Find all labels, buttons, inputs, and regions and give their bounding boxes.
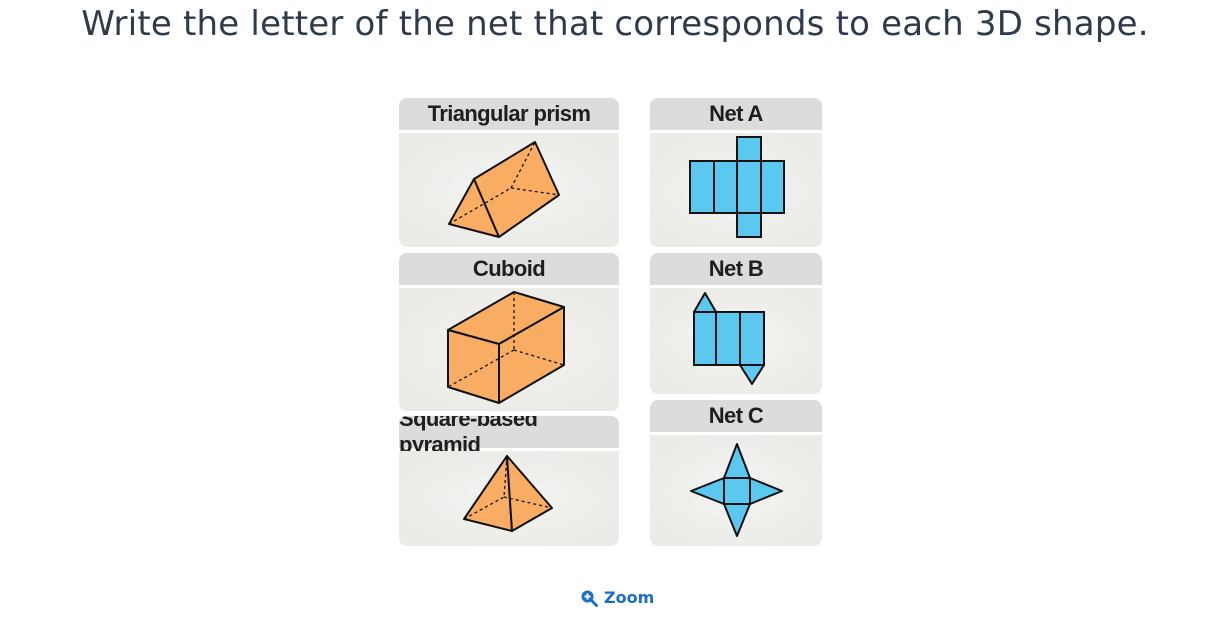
shape-card-cuboid: Cuboid <box>399 253 619 411</box>
square-pyramid-icon <box>399 451 619 546</box>
net-label: Net C <box>650 400 822 435</box>
zoom-button[interactable]: Zoom <box>580 588 654 607</box>
cuboid-net-icon <box>650 133 822 247</box>
shape-card-square-pyramid: Square-based pyramid <box>399 416 619 546</box>
triangular-prism-icon <box>399 133 619 247</box>
net-card-b: Net B <box>650 253 822 394</box>
cuboid-icon <box>399 288 619 411</box>
net-card-c: Net C <box>650 400 822 546</box>
zoom-label: Zoom <box>604 588 655 607</box>
net-card-a: Net A <box>650 98 822 247</box>
net-label: Net B <box>650 253 822 288</box>
question-title: Write the letter of the net that corresp… <box>81 4 1149 44</box>
shape-label: Square-based pyramid <box>399 416 619 457</box>
net-label: Net A <box>650 98 822 133</box>
shape-card-triangular-prism: Triangular prism <box>399 98 619 247</box>
square-pyramid-net-icon <box>650 435 822 546</box>
shape-label: Triangular prism <box>399 98 619 133</box>
zoom-in-icon <box>580 589 598 607</box>
triangular-prism-net-icon <box>650 288 822 394</box>
shape-label: Cuboid <box>399 253 619 288</box>
